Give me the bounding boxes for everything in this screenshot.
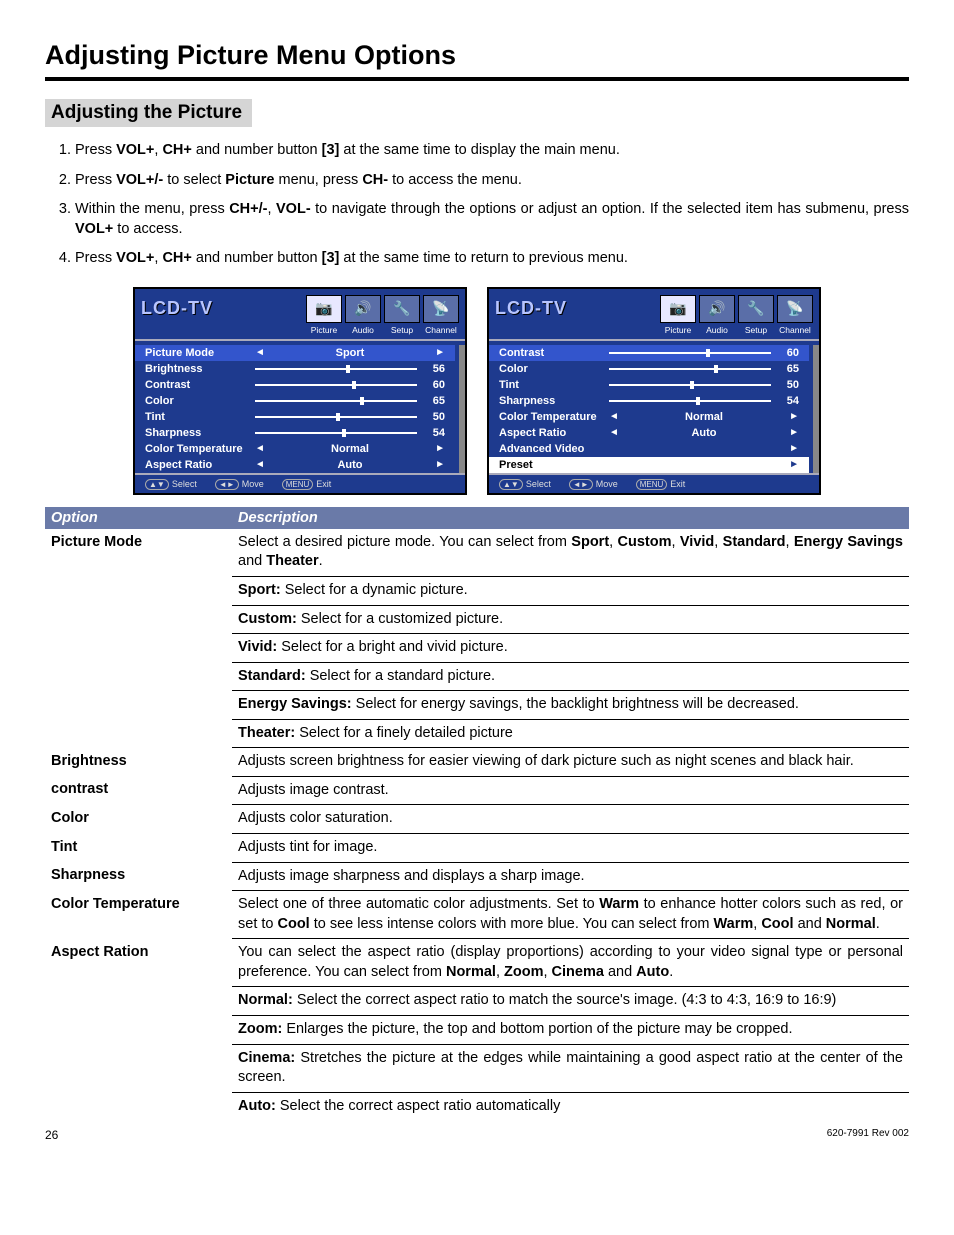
tab-label: Setup: [738, 325, 774, 335]
osd-logo: LCD-TV: [495, 298, 567, 319]
tab-label: Setup: [384, 325, 420, 335]
left-arrow-icon: ◄: [255, 347, 265, 358]
tab-setup-icon: 🔧: [384, 295, 420, 323]
osd-screenshots: LCD-TV 📷 🔊 🔧 📡 Picture Audio Setup Chann…: [45, 287, 909, 495]
opt-contrast: contrast: [45, 776, 232, 805]
page-title: Adjusting Picture Menu Options: [45, 40, 909, 71]
osd-logo: LCD-TV: [141, 298, 213, 319]
options-table: Option Description Picture Mode Select a…: [45, 507, 909, 1120]
step-3: Within the menu, press CH+/-, VOL- to na…: [75, 200, 909, 239]
tab-channel-icon: 📡: [423, 295, 459, 323]
osd-row-tint: Tint50: [135, 409, 455, 425]
osd-row-color: Color65: [135, 393, 455, 409]
tab-audio-icon: 🔊: [699, 295, 735, 323]
tab-setup-icon: 🔧: [738, 295, 774, 323]
step-2: Press VOL+/- to select Picture menu, pre…: [75, 171, 909, 191]
desc-sport: Sport: Select for a dynamic picture.: [232, 576, 909, 605]
osd-row-color: Color65: [489, 361, 809, 377]
opt-color-temperature: Color Temperature: [45, 891, 232, 939]
osd-picture-1: LCD-TV 📷 🔊 🔧 📡 Picture Audio Setup Chann…: [133, 287, 467, 495]
opt-tint: Tint: [45, 834, 232, 863]
desc-energy-savings: Energy Savings: Select for energy saving…: [232, 691, 909, 720]
tab-label: Audio: [345, 325, 381, 335]
osd-row-color-temp: Color Temperature◄Normal►: [135, 441, 455, 457]
right-arrow-icon: ►: [435, 347, 445, 358]
osd-row-aspect-ratio: Aspect Ratio◄Auto►: [135, 457, 455, 473]
desc-tint: Adjusts tint for image.: [232, 834, 909, 863]
osd-row-color-temp: Color Temperature◄Normal►: [489, 409, 809, 425]
desc-sharpness: Adjusts image sharpness and displays a s…: [232, 862, 909, 891]
osd-row-preset: Preset►: [489, 457, 809, 473]
tab-picture-icon: 📷: [660, 295, 696, 323]
osd-row-brightness: Brightness56: [135, 361, 455, 377]
osd-footer: ▲▼Select ◄►Move MENUExit: [135, 473, 465, 493]
osd-row-picture-mode: Picture Mode◄Sport►: [135, 345, 455, 361]
opt-aspect-ratio: Aspect Ration: [45, 939, 232, 1120]
osd-row-tint: Tint50: [489, 377, 809, 393]
osd-row-advanced-video: Advanced Video►: [489, 441, 809, 457]
osd-row-sharpness: Sharpness54: [489, 393, 809, 409]
osd-row-contrast: Contrast60: [135, 377, 455, 393]
osd-row-aspect-ratio: Aspect Ratio◄Auto►: [489, 425, 809, 441]
tab-label: Picture: [660, 325, 696, 335]
osd-scrollbar: [459, 345, 465, 473]
tab-audio-icon: 🔊: [345, 295, 381, 323]
tab-channel-icon: 📡: [777, 295, 813, 323]
desc-standard: Standard: Select for a standard picture.: [232, 662, 909, 691]
column-header-option: Option: [45, 507, 232, 529]
section-heading: Adjusting the Picture: [45, 99, 252, 127]
tab-picture-icon: 📷: [306, 295, 342, 323]
osd-row-sharpness: Sharpness54: [135, 425, 455, 441]
desc-picture-mode: Select a desired picture mode. You can s…: [232, 529, 909, 577]
page-footer: 26 620-7991 Rev 002: [45, 1128, 909, 1142]
desc-vivid: Vivid: Select for a bright and vivid pic…: [232, 634, 909, 663]
revision-number: 620-7991 Rev 002: [827, 1128, 909, 1142]
tab-label: Picture: [306, 325, 342, 335]
desc-custom: Custom: Select for a customized picture.: [232, 605, 909, 634]
tab-label: Audio: [699, 325, 735, 335]
desc-ar-zoom: Zoom: Enlarges the picture, the top and …: [232, 1015, 909, 1044]
desc-color-temperature: Select one of three automatic color adju…: [232, 891, 909, 939]
desc-contrast: Adjusts image contrast.: [232, 776, 909, 805]
opt-color: Color: [45, 805, 232, 834]
opt-picture-mode: Picture Mode: [45, 529, 232, 748]
step-1: Press VOL+, CH+ and number button [3] at…: [75, 141, 909, 161]
osd-scrollbar: [813, 345, 819, 473]
desc-aspect-ratio: You can select the aspect ratio (display…: [232, 939, 909, 987]
page-number: 26: [45, 1128, 58, 1142]
osd-row-contrast: Contrast60: [489, 345, 809, 361]
desc-color: Adjusts color saturation.: [232, 805, 909, 834]
desc-ar-normal: Normal: Select the correct aspect ratio …: [232, 987, 909, 1016]
osd-footer: ▲▼Select ◄►Move MENUExit: [489, 473, 819, 493]
desc-brightness: Adjusts screen brightness for easier vie…: [232, 748, 909, 777]
column-header-description: Description: [232, 507, 909, 529]
opt-brightness: Brightness: [45, 748, 232, 777]
opt-sharpness: Sharpness: [45, 862, 232, 891]
step-4: Press VOL+, CH+ and number button [3] at…: [75, 249, 909, 269]
tab-label: Channel: [423, 325, 459, 335]
osd-picture-2: LCD-TV 📷 🔊 🔧 📡 Picture Audio Setup Chann…: [487, 287, 821, 495]
rule: [45, 77, 909, 81]
desc-theater: Theater: Select for a finely detailed pi…: [232, 719, 909, 748]
steps-list: Press VOL+, CH+ and number button [3] at…: [45, 141, 909, 269]
desc-ar-auto: Auto: Select the correct aspect ratio au…: [232, 1092, 909, 1120]
desc-ar-cinema: Cinema: Stretches the picture at the edg…: [232, 1044, 909, 1092]
tab-label: Channel: [777, 325, 813, 335]
